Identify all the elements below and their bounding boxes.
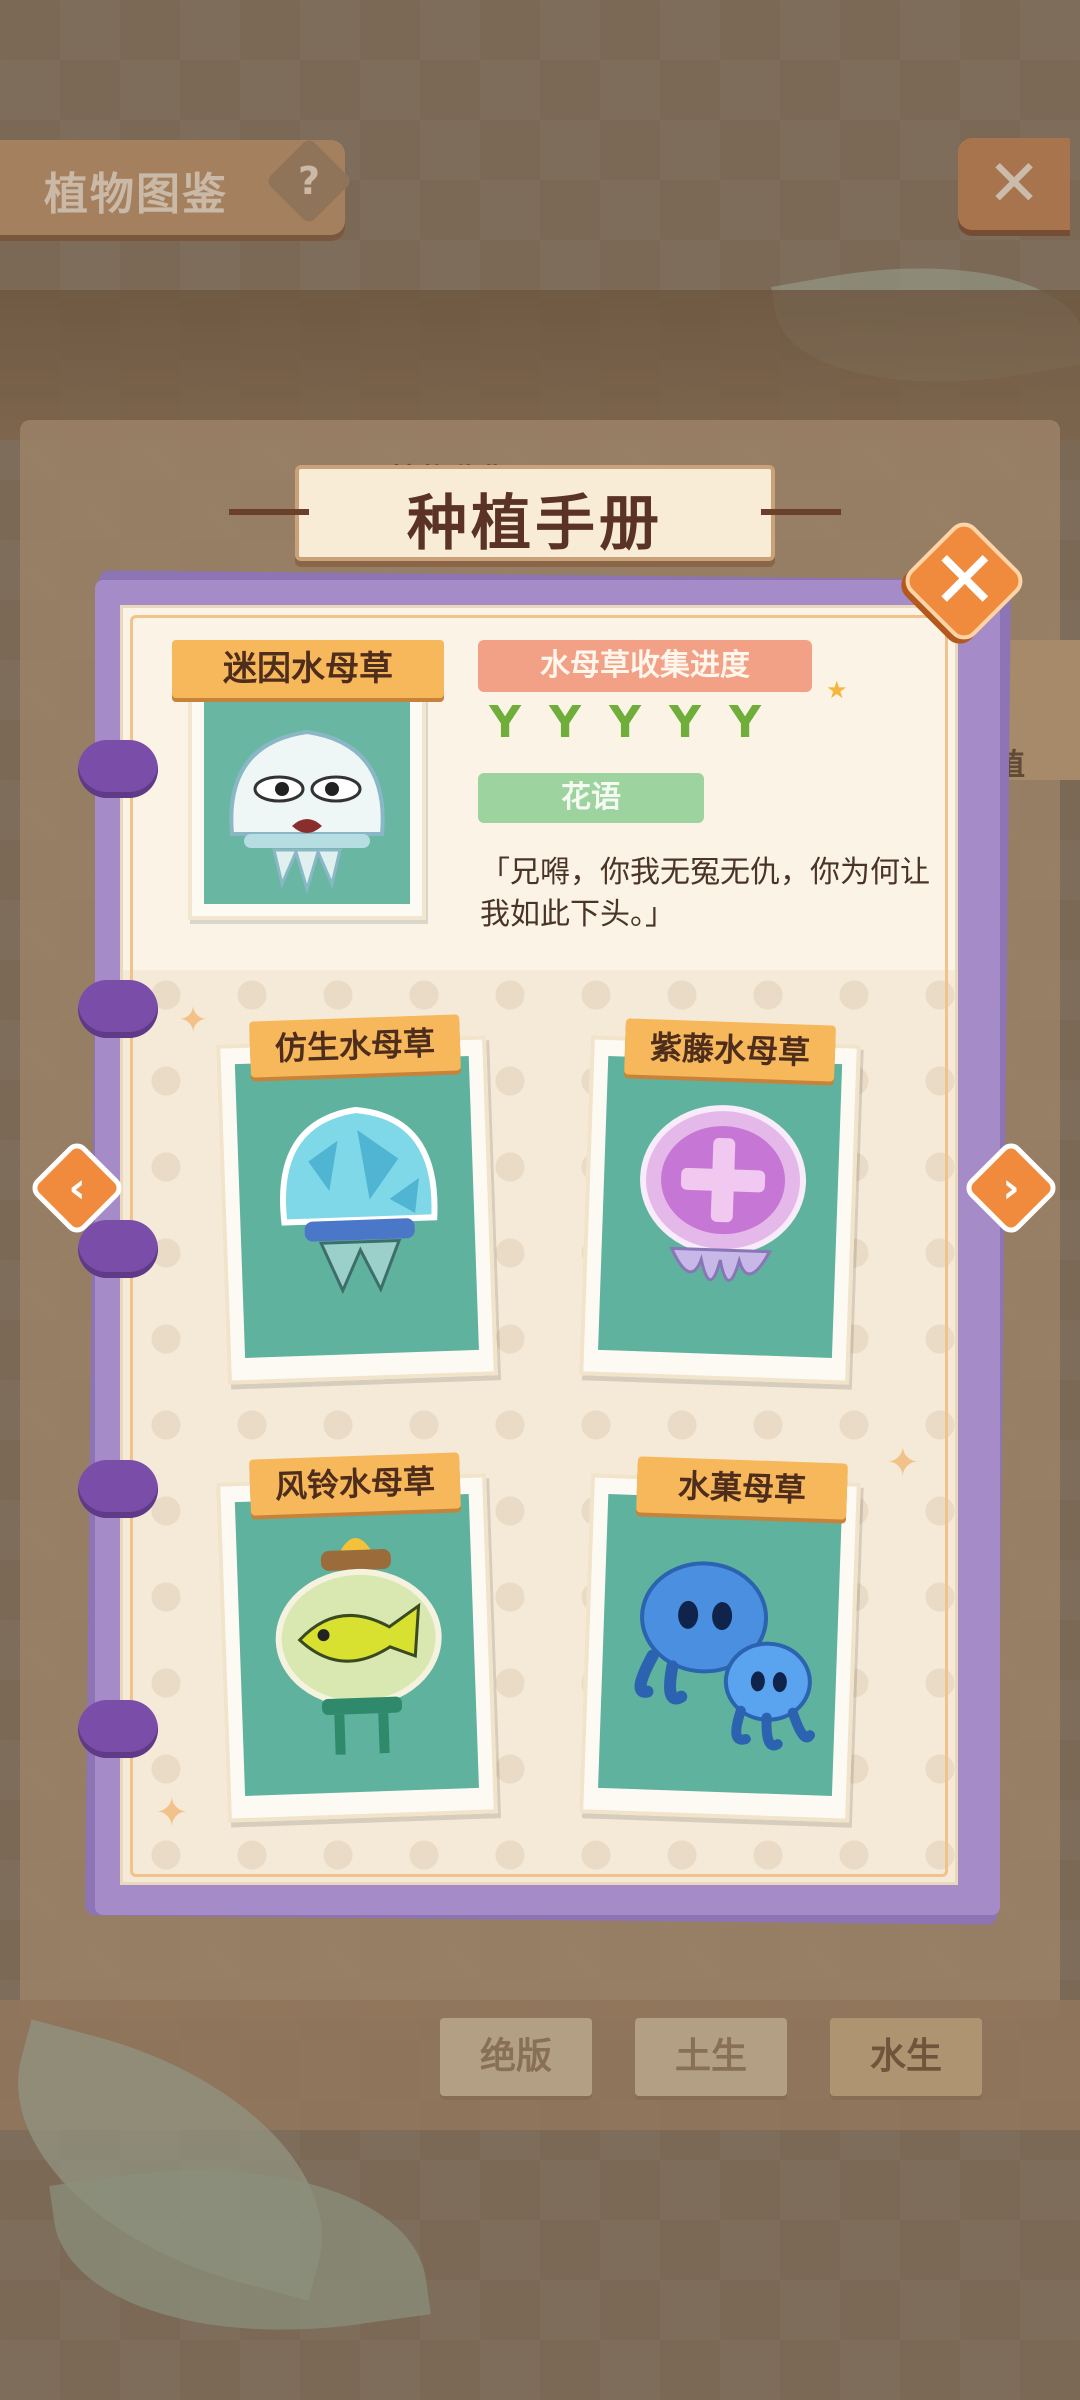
sprout-icon: Y [669, 697, 701, 748]
bionic-jellyfish-icon [280, 1106, 438, 1295]
featured-plant-name: 迷因水母草 [172, 640, 444, 698]
flower-language-label: 花语 [478, 773, 704, 823]
plant-card-fruit-name: 水菓母草 [636, 1456, 848, 1520]
binder-ring [78, 980, 158, 1038]
sparkle-icon: ✦ [178, 1000, 209, 1041]
plant-card-wisteria-name: 紫藤水母草 [624, 1018, 836, 1082]
plant-card-image [234, 1056, 479, 1358]
fruit-jellyfish-icon [634, 1561, 816, 1751]
sprout-icon: Y [609, 697, 641, 748]
plant-card-fruit[interactable] [579, 1473, 861, 1823]
sparkle-icon: ✦ [886, 1440, 920, 1486]
binder-ring [78, 1460, 158, 1518]
modal-title: 种植手册 [407, 489, 663, 559]
binder-ring [78, 1220, 158, 1278]
windchime-jellyfish-icon [275, 1537, 442, 1755]
plant-card-windchime-name: 风铃水母草 [249, 1452, 461, 1516]
plant-card-bionic[interactable] [216, 1035, 498, 1385]
plant-card-windchime[interactable] [216, 1473, 498, 1823]
plant-card-wisteria[interactable] [579, 1035, 861, 1385]
collection-progress-sprouts: Y Y Y Y Y [482, 700, 768, 746]
binder-ring [78, 740, 158, 798]
featured-plant-photo[interactable] [188, 668, 426, 920]
chevron-left-icon: ‹ [68, 1163, 86, 1212]
sprout-icon: Y [729, 697, 761, 748]
collection-progress-label: 水母草收集进度 [478, 640, 812, 692]
plant-card-image [598, 1056, 843, 1358]
featured-plant-image [204, 684, 410, 904]
sprout-icon: Y [489, 697, 521, 748]
close-icon: ✕ [931, 533, 999, 627]
plant-card-image [598, 1494, 843, 1796]
binder-ring [78, 1700, 158, 1758]
sparkle-icon: ✦ [155, 1790, 189, 1836]
chevron-right-icon: › [1002, 1163, 1020, 1212]
sprout-icon: Y [549, 697, 581, 748]
plant-card-bionic-name: 仿生水母草 [249, 1014, 461, 1078]
wisteria-jellyfish-icon [640, 1105, 807, 1282]
meme-jellyfish-icon [229, 729, 385, 895]
star-icon: ★ [826, 676, 848, 704]
flower-language-quote: 「兄嘚，你我无冤无仇，你为何让我如此下头。」 [480, 855, 930, 932]
plant-card-image [234, 1494, 479, 1796]
